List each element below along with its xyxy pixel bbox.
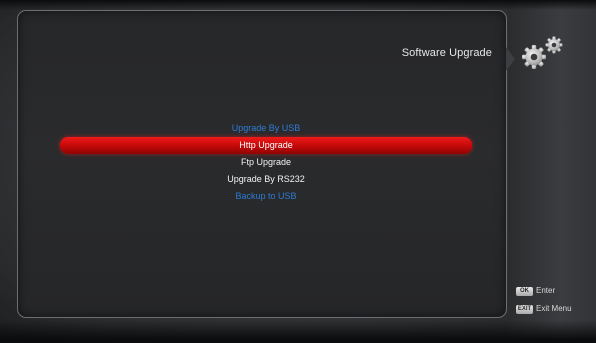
menu-item-http-upgrade[interactable]: Http Upgrade bbox=[60, 137, 472, 154]
exit-key-icon: EXIT bbox=[516, 304, 533, 314]
tv-screen: Software Upgrade Upgrade By USB Http Upg… bbox=[0, 0, 596, 343]
exit-hint-label: Exit Menu bbox=[536, 304, 572, 313]
exit-hint: EXIT Exit Menu bbox=[516, 303, 572, 315]
menu-item-upgrade-by-usb[interactable]: Upgrade By USB bbox=[58, 120, 474, 137]
screen-bottom-edge bbox=[0, 320, 596, 343]
enter-hint: OK Enter bbox=[516, 285, 555, 297]
page-title: Software Upgrade bbox=[401, 47, 492, 59]
screen-top-edge bbox=[0, 0, 596, 10]
title-pointer-arrow bbox=[506, 47, 515, 71]
menu-item-ftp-upgrade[interactable]: Ftp Upgrade bbox=[58, 154, 474, 171]
menu-item-backup-to-usb[interactable]: Backup to USB bbox=[58, 188, 474, 205]
upgrade-menu-list: Upgrade By USB Http Upgrade Ftp Upgrade … bbox=[58, 120, 474, 205]
menu-item-upgrade-by-rs232[interactable]: Upgrade By RS232 bbox=[58, 171, 474, 188]
gears-icon bbox=[522, 36, 563, 69]
enter-hint-label: Enter bbox=[536, 286, 556, 295]
ok-key-icon: OK bbox=[516, 286, 533, 296]
